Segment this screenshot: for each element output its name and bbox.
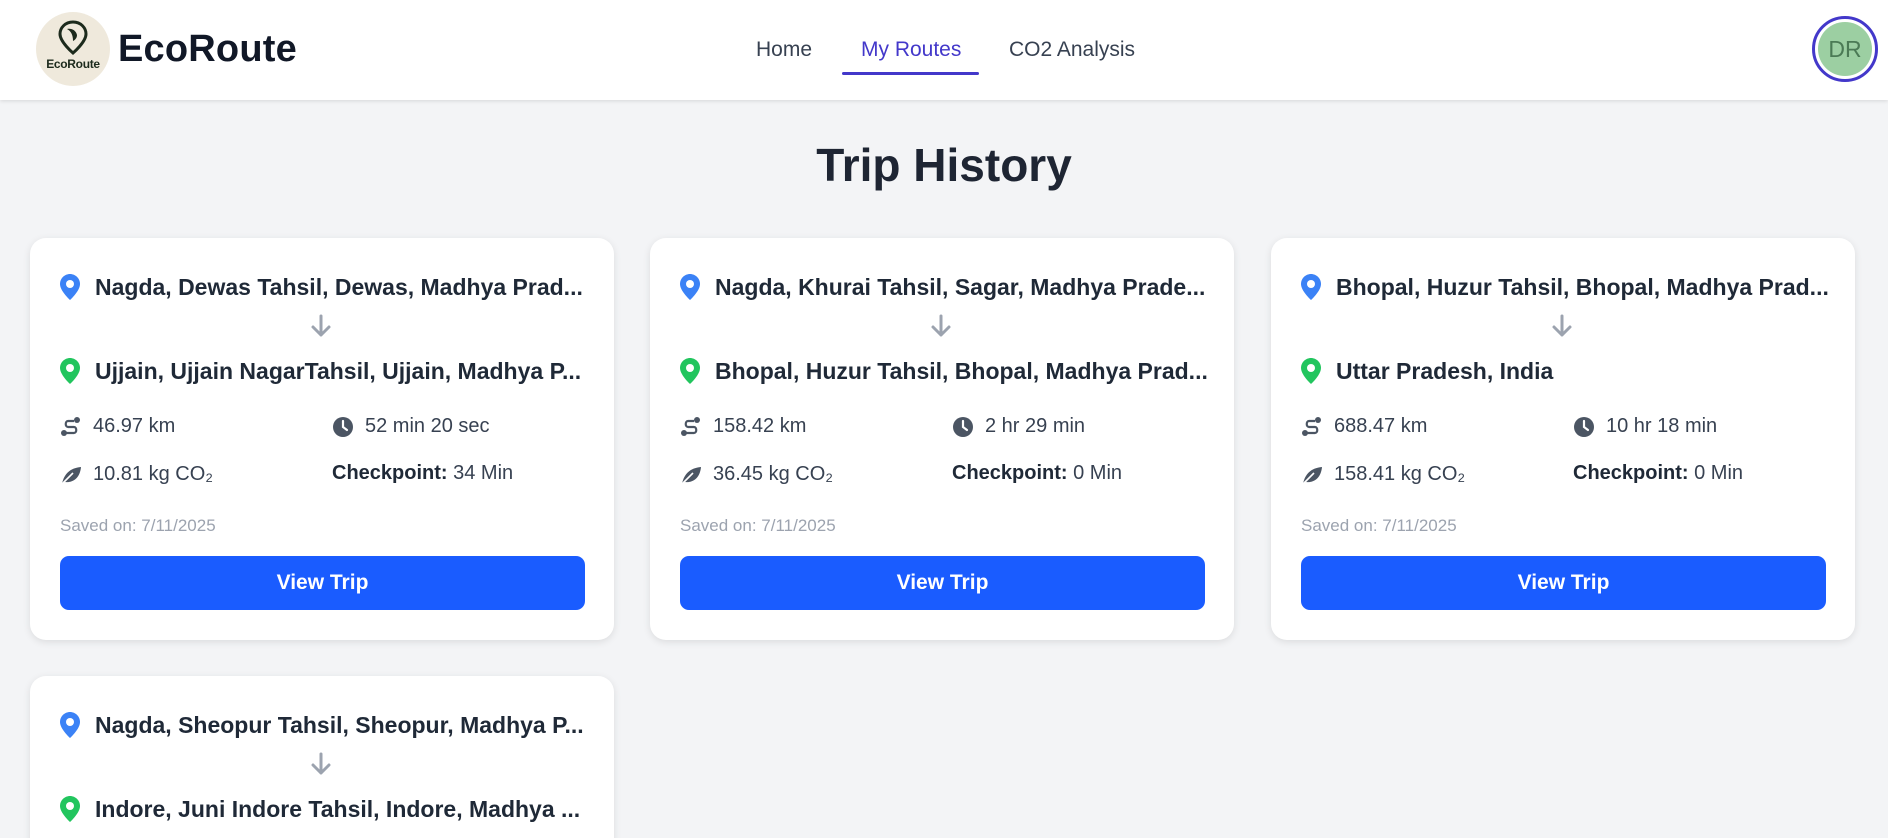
duration-value: 2 hr 29 min — [985, 415, 1086, 437]
trip-card: Nagda, Dewas Tahsil, Dewas, Madhya Prad.… — [30, 238, 614, 640]
avatar-initials: DR — [1818, 22, 1872, 76]
distance-stat: 46.97 km — [60, 414, 300, 440]
leaf-pin-icon — [58, 20, 88, 55]
saved-date: Saved on: 7/11/2025 — [1301, 516, 1457, 535]
trip-card: Bhopal, Huzur Tahsil, Bhopal, Madhya Pra… — [1271, 238, 1855, 640]
origin-pin-icon — [680, 274, 700, 300]
origin-text: Bhopal, Huzur Tahsil, Bhopal, Madhya Pra… — [1336, 274, 1829, 300]
trip-card: Nagda, Khurai Tahsil, Sagar, Madhya Prad… — [650, 238, 1234, 640]
arrow-down-icon — [311, 752, 331, 775]
clock-icon — [333, 417, 353, 437]
destination-pin-icon — [60, 796, 80, 822]
co2-value: 158.41 kg CO₂ — [1334, 463, 1466, 485]
co2-stat: 10.81 kg CO₂ — [60, 462, 300, 488]
trip-origin: Nagda, Dewas Tahsil, Dewas, Madhya Prad.… — [60, 272, 590, 302]
leaf-icon — [681, 467, 701, 485]
saved-date: Saved on: 7/11/2025 — [60, 516, 216, 535]
nav-co2-analysis[interactable]: CO2 Analysis — [1009, 38, 1135, 62]
checkpoint-stat: Checkpoint: 0 Min — [1573, 462, 1833, 488]
origin-pin-icon — [1301, 274, 1321, 300]
destination-pin-icon — [1301, 358, 1321, 384]
co2-value: 36.45 kg CO₂ — [713, 463, 834, 485]
leaf-icon — [1302, 467, 1322, 485]
duration-value: 10 hr 18 min — [1606, 415, 1718, 437]
trip-destination: Indore, Juni Indore Tahsil, Indore, Madh… — [60, 794, 590, 824]
page-title: Trip History — [816, 139, 1072, 191]
distance-stat: 158.42 km — [680, 414, 920, 440]
distance-stat: 688.47 km — [1301, 414, 1541, 440]
trip-destination: Uttar Pradesh, India — [1301, 356, 1831, 386]
nav-my-routes[interactable]: My Routes — [861, 38, 961, 62]
logo-text: EcoRoute — [46, 57, 100, 71]
destination-text: Indore, Juni Indore Tahsil, Indore, Madh… — [95, 796, 581, 822]
saved-date: Saved on: 7/11/2025 — [680, 516, 836, 535]
trip-card: Nagda, Sheopur Tahsil, Sheopur, Madhya P… — [30, 676, 614, 838]
clock-icon — [953, 417, 973, 437]
destination-pin-icon — [60, 358, 80, 384]
checkpoint-value: 34 Min — [453, 462, 514, 484]
origin-pin-icon — [60, 274, 80, 300]
trip-origin: Bhopal, Huzur Tahsil, Bhopal, Madhya Pra… — [1301, 272, 1831, 302]
trip-origin: Nagda, Sheopur Tahsil, Sheopur, Madhya P… — [60, 710, 590, 740]
distance-value: 688.47 km — [1334, 415, 1428, 437]
origin-text: Nagda, Khurai Tahsil, Sagar, Madhya Prad… — [715, 274, 1206, 300]
co2-stat: 158.41 kg CO₂ — [1301, 462, 1541, 488]
view-trip-button[interactable]: View Trip — [60, 556, 585, 610]
distance-value: 158.42 km — [713, 415, 807, 437]
destination-text: Uttar Pradesh, India — [1336, 358, 1554, 384]
duration-stat: 52 min 20 sec — [332, 414, 592, 440]
arrow-down-icon — [311, 314, 331, 337]
top-navbar: EcoRoute EcoRoute Home My Routes CO2 Ana… — [0, 0, 1888, 100]
co2-stat: 36.45 kg CO₂ — [680, 462, 920, 488]
route-icon — [1302, 417, 1321, 436]
route-icon — [681, 417, 700, 436]
checkpoint-stat: Checkpoint: 0 Min — [952, 462, 1212, 488]
arrow-down-icon — [1552, 314, 1572, 337]
destination-text: Bhopal, Huzur Tahsil, Bhopal, Madhya Pra… — [715, 358, 1208, 384]
user-avatar[interactable]: DR — [1812, 16, 1878, 82]
distance-value: 46.97 km — [93, 415, 176, 437]
brand-name[interactable]: EcoRoute — [118, 28, 297, 71]
checkpoint-stat: Checkpoint: 34 Min — [332, 462, 592, 488]
checkpoint-label: Checkpoint: — [1573, 462, 1689, 484]
duration-value: 52 min 20 sec — [365, 415, 490, 437]
checkpoint-value: 0 Min — [1073, 462, 1123, 484]
origin-text: Nagda, Dewas Tahsil, Dewas, Madhya Prad.… — [95, 274, 583, 300]
origin-pin-icon — [60, 712, 80, 738]
active-tab-indicator — [842, 72, 979, 75]
trip-destination: Ujjain, Ujjain NagarTahsil, Ujjain, Madh… — [60, 356, 590, 386]
destination-pin-icon — [680, 358, 700, 384]
co2-value: 10.81 kg CO₂ — [93, 463, 214, 485]
logo[interactable]: EcoRoute — [36, 12, 110, 86]
checkpoint-label: Checkpoint: — [332, 462, 448, 484]
nav-home[interactable]: Home — [756, 38, 812, 62]
checkpoint-value: 0 Min — [1694, 462, 1744, 484]
leaf-icon — [61, 467, 81, 485]
route-icon — [61, 417, 80, 436]
view-trip-button[interactable]: View Trip — [1301, 556, 1826, 610]
checkpoint-label: Checkpoint: — [952, 462, 1068, 484]
trip-origin: Nagda, Khurai Tahsil, Sagar, Madhya Prad… — [680, 272, 1210, 302]
duration-stat: 10 hr 18 min — [1573, 414, 1833, 440]
trip-destination: Bhopal, Huzur Tahsil, Bhopal, Madhya Pra… — [680, 356, 1210, 386]
view-trip-button[interactable]: View Trip — [680, 556, 1205, 610]
destination-text: Ujjain, Ujjain NagarTahsil, Ujjain, Madh… — [95, 358, 582, 384]
origin-text: Nagda, Sheopur Tahsil, Sheopur, Madhya P… — [95, 712, 584, 738]
duration-stat: 2 hr 29 min — [952, 414, 1212, 440]
arrow-down-icon — [931, 314, 951, 337]
clock-icon — [1574, 417, 1594, 437]
